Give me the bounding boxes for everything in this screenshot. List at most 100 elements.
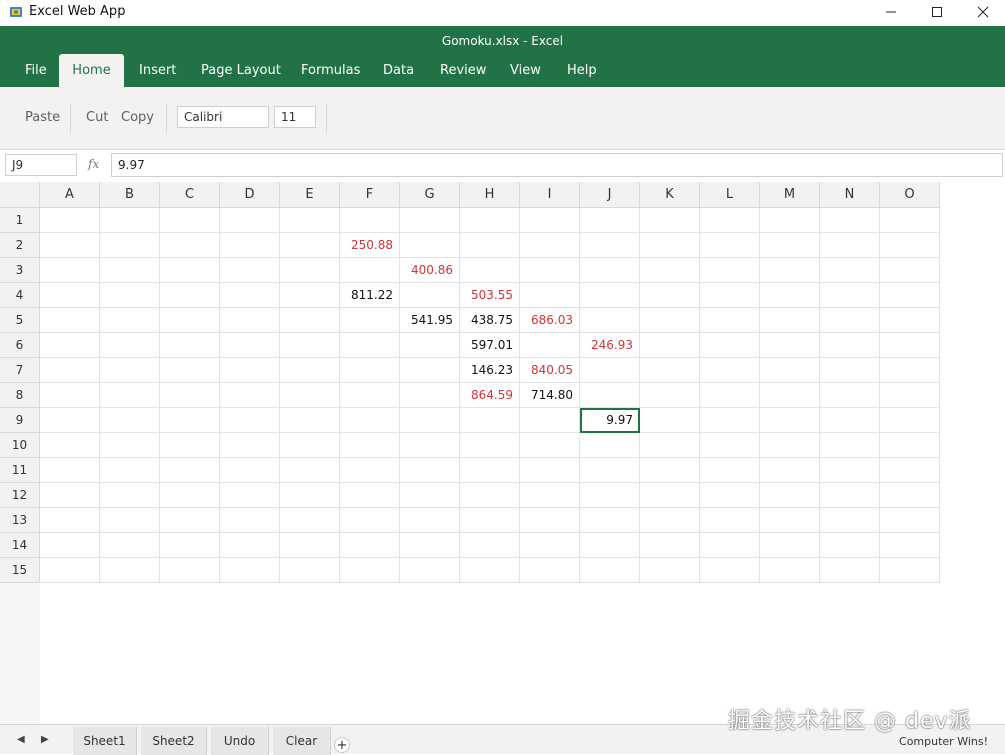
tab-data[interactable]: Data bbox=[371, 54, 426, 87]
next-sheet-icon[interactable]: ▶ bbox=[41, 734, 49, 745]
cell-a1[interactable] bbox=[40, 208, 100, 233]
cell-n8[interactable] bbox=[820, 383, 880, 408]
font-size-field[interactable]: 11 bbox=[274, 106, 316, 128]
cell-e11[interactable] bbox=[280, 458, 340, 483]
column-header-o[interactable]: O bbox=[880, 182, 940, 208]
cell-f2[interactable]: 250.88 bbox=[340, 233, 400, 258]
cell-e14[interactable] bbox=[280, 533, 340, 558]
cell-i14[interactable] bbox=[520, 533, 580, 558]
cell-l3[interactable] bbox=[700, 258, 760, 283]
cell-b10[interactable] bbox=[100, 433, 160, 458]
close-button[interactable] bbox=[960, 0, 1005, 24]
cell-l6[interactable] bbox=[700, 333, 760, 358]
cell-k1[interactable] bbox=[640, 208, 700, 233]
cell-a15[interactable] bbox=[40, 558, 100, 583]
cell-n15[interactable] bbox=[820, 558, 880, 583]
cell-n6[interactable] bbox=[820, 333, 880, 358]
column-header-b[interactable]: B bbox=[100, 182, 160, 208]
column-header-c[interactable]: C bbox=[160, 182, 220, 208]
row-header-10[interactable]: 10 bbox=[0, 433, 40, 458]
row-header-9[interactable]: 9 bbox=[0, 408, 40, 433]
cell-j13[interactable] bbox=[580, 508, 640, 533]
cell-g2[interactable] bbox=[400, 233, 460, 258]
cell-j9[interactable]: 9.97 bbox=[580, 408, 640, 433]
cell-h6[interactable]: 597.01 bbox=[460, 333, 520, 358]
cell-j3[interactable] bbox=[580, 258, 640, 283]
cell-e2[interactable] bbox=[280, 233, 340, 258]
cell-o11[interactable] bbox=[880, 458, 940, 483]
cell-n9[interactable] bbox=[820, 408, 880, 433]
column-header-j[interactable]: J bbox=[580, 182, 640, 208]
cell-b1[interactable] bbox=[100, 208, 160, 233]
clear-tab[interactable]: Clear bbox=[273, 727, 331, 755]
cell-c8[interactable] bbox=[160, 383, 220, 408]
cell-k15[interactable] bbox=[640, 558, 700, 583]
cell-c4[interactable] bbox=[160, 283, 220, 308]
cell-i8[interactable]: 714.80 bbox=[520, 383, 580, 408]
cell-e13[interactable] bbox=[280, 508, 340, 533]
cell-g9[interactable] bbox=[400, 408, 460, 433]
cell-n5[interactable] bbox=[820, 308, 880, 333]
cell-h11[interactable] bbox=[460, 458, 520, 483]
cell-g15[interactable] bbox=[400, 558, 460, 583]
cell-c6[interactable] bbox=[160, 333, 220, 358]
cell-f15[interactable] bbox=[340, 558, 400, 583]
cell-e15[interactable] bbox=[280, 558, 340, 583]
cell-b3[interactable] bbox=[100, 258, 160, 283]
cell-o6[interactable] bbox=[880, 333, 940, 358]
add-sheet-button[interactable]: + bbox=[334, 737, 350, 753]
cell-e8[interactable] bbox=[280, 383, 340, 408]
cell-n2[interactable] bbox=[820, 233, 880, 258]
cell-b2[interactable] bbox=[100, 233, 160, 258]
cell-g14[interactable] bbox=[400, 533, 460, 558]
cell-m2[interactable] bbox=[760, 233, 820, 258]
cell-m11[interactable] bbox=[760, 458, 820, 483]
cell-e6[interactable] bbox=[280, 333, 340, 358]
cell-n10[interactable] bbox=[820, 433, 880, 458]
cell-o13[interactable] bbox=[880, 508, 940, 533]
cell-m3[interactable] bbox=[760, 258, 820, 283]
cell-l2[interactable] bbox=[700, 233, 760, 258]
cell-k8[interactable] bbox=[640, 383, 700, 408]
row-header-14[interactable]: 14 bbox=[0, 533, 40, 558]
cell-c15[interactable] bbox=[160, 558, 220, 583]
cell-a9[interactable] bbox=[40, 408, 100, 433]
cell-h9[interactable] bbox=[460, 408, 520, 433]
cell-n4[interactable] bbox=[820, 283, 880, 308]
cell-k2[interactable] bbox=[640, 233, 700, 258]
cell-f4[interactable]: 811.22 bbox=[340, 283, 400, 308]
cell-l13[interactable] bbox=[700, 508, 760, 533]
cell-i3[interactable] bbox=[520, 258, 580, 283]
copy-button[interactable]: Copy bbox=[121, 110, 154, 125]
cell-l15[interactable] bbox=[700, 558, 760, 583]
cell-j8[interactable] bbox=[580, 383, 640, 408]
cell-e10[interactable] bbox=[280, 433, 340, 458]
cell-h5[interactable]: 438.75 bbox=[460, 308, 520, 333]
cell-g4[interactable] bbox=[400, 283, 460, 308]
column-header-f[interactable]: F bbox=[340, 182, 400, 208]
cell-d12[interactable] bbox=[220, 483, 280, 508]
cell-a6[interactable] bbox=[40, 333, 100, 358]
cell-g12[interactable] bbox=[400, 483, 460, 508]
cell-k6[interactable] bbox=[640, 333, 700, 358]
cell-o9[interactable] bbox=[880, 408, 940, 433]
tab-home[interactable]: Home bbox=[59, 54, 124, 87]
cell-j14[interactable] bbox=[580, 533, 640, 558]
cell-b6[interactable] bbox=[100, 333, 160, 358]
cell-a2[interactable] bbox=[40, 233, 100, 258]
cell-f3[interactable] bbox=[340, 258, 400, 283]
cell-m5[interactable] bbox=[760, 308, 820, 333]
cell-e7[interactable] bbox=[280, 358, 340, 383]
cell-h15[interactable] bbox=[460, 558, 520, 583]
cell-m7[interactable] bbox=[760, 358, 820, 383]
cell-i12[interactable] bbox=[520, 483, 580, 508]
cell-l4[interactable] bbox=[700, 283, 760, 308]
cell-h8[interactable]: 864.59 bbox=[460, 383, 520, 408]
cell-f9[interactable] bbox=[340, 408, 400, 433]
font-name-field[interactable]: Calibri bbox=[177, 106, 269, 128]
column-header-k[interactable]: K bbox=[640, 182, 700, 208]
cell-k10[interactable] bbox=[640, 433, 700, 458]
cell-a5[interactable] bbox=[40, 308, 100, 333]
cell-g7[interactable] bbox=[400, 358, 460, 383]
cell-j11[interactable] bbox=[580, 458, 640, 483]
